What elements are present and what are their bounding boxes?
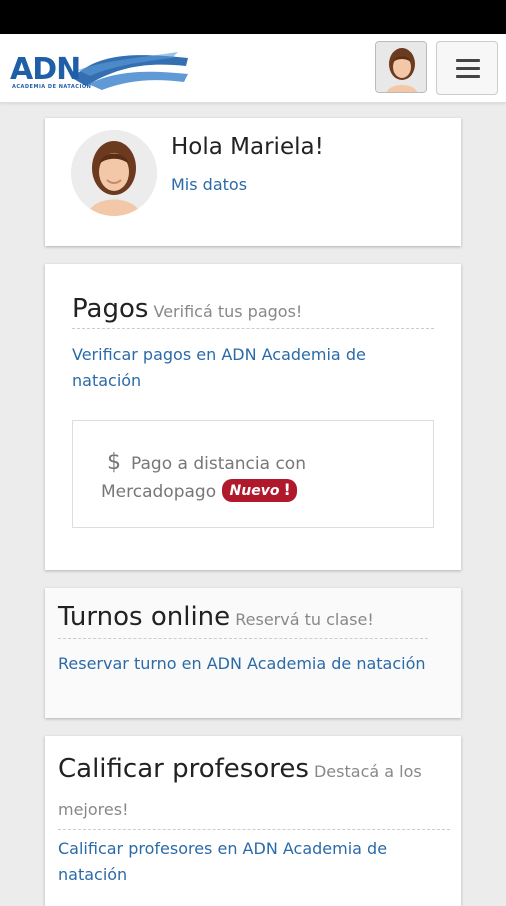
bookings-subtitle: Reservá tu clase! (235, 610, 374, 629)
rate-teachers-title: Calificar profesores (58, 754, 309, 784)
mercadopago-payment-box[interactable]: $ Pago a distancia con Mercadopago Nuevo! (72, 420, 434, 528)
mercadopago-row: $ Pago a distancia con Mercadopago Nuevo! (101, 449, 401, 506)
rate-teachers-header: Calificar profesores Destacá a los mejor… (58, 750, 450, 830)
adn-logo[interactable]: ADN ACADEMIA DE NATACIÓN (10, 48, 190, 92)
menu-bar-icon (456, 75, 480, 78)
new-badge-label: Nuevo (229, 483, 280, 499)
menu-bar-icon (456, 59, 480, 62)
dollar-icon: $ (107, 450, 121, 475)
bookings-card: Turnos online Reservá tu clase! Reservar… (45, 588, 461, 718)
user-avatar-button[interactable] (375, 41, 427, 93)
logo-subtext: ACADEMIA DE NATACIÓN (12, 84, 92, 90)
rate-teachers-link[interactable]: Calificar profesores en ADN Academia de … (58, 836, 408, 888)
verify-payments-link[interactable]: Verificar pagos en ADN Academia de natac… (72, 342, 402, 394)
my-data-link[interactable]: Mis datos (171, 175, 247, 194)
status-bar (0, 0, 506, 34)
user-avatar-icon (376, 42, 426, 92)
exclamation-icon: ! (283, 480, 291, 499)
top-navbar: ADN ACADEMIA DE NATACIÓN (0, 34, 506, 103)
book-class-link[interactable]: Reservar turno en ADN Academia de nataci… (58, 654, 426, 673)
bookings-header: Turnos online Reservá tu clase! (58, 602, 428, 639)
payments-title: Pagos (72, 294, 149, 324)
rate-teachers-card: Calificar profesores Destacá a los mejor… (45, 736, 461, 906)
payments-header: Pagos Verificá tus pagos! (72, 294, 434, 329)
bookings-title: Turnos online (58, 602, 231, 632)
profile-avatar (71, 130, 157, 216)
profile-photo-icon (71, 130, 157, 216)
hamburger-menu-button[interactable] (436, 41, 498, 95)
payments-subtitle: Verificá tus pagos! (153, 302, 303, 321)
profile-card: Hola Mariela! Mis datos (45, 118, 461, 246)
greeting-text: Hola Mariela! (171, 134, 324, 160)
menu-bar-icon (456, 67, 480, 70)
payments-card: Pagos Verificá tus pagos! Verificar pago… (45, 264, 461, 570)
new-badge: Nuevo! (221, 479, 297, 502)
